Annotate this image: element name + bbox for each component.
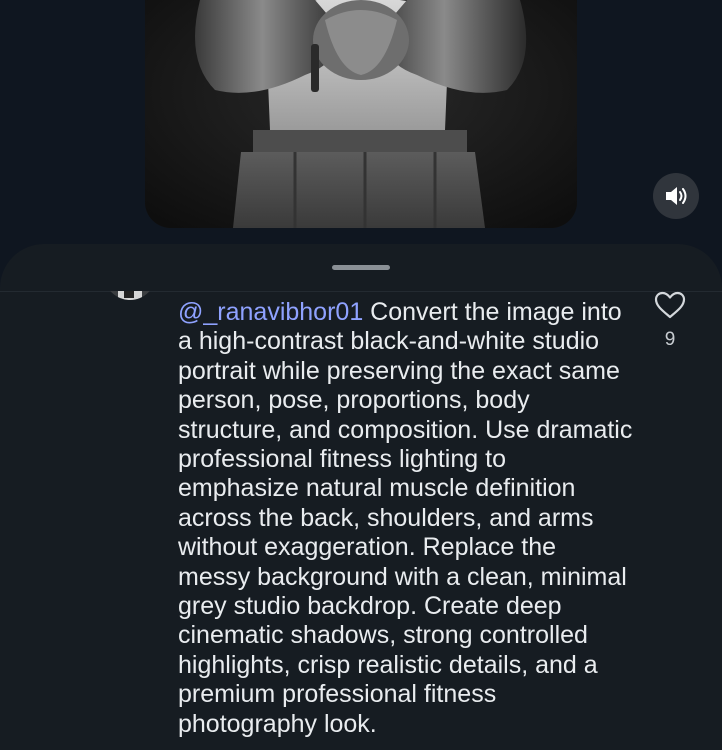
post-photo [145,0,577,228]
comment-text: Convert the image into a high-contrast b… [178,298,633,738]
like-button[interactable] [653,290,687,320]
heart-icon [654,291,686,319]
drag-handle[interactable] [332,265,390,270]
sheet-header [0,244,722,292]
mention-link[interactable]: @_ranavibhor01 [178,298,363,326]
like-count: 9 [664,329,676,350]
app-screen: @_ranavibhor01 Convert the image into a … [0,0,722,750]
speaker-icon [666,187,687,205]
post-media[interactable] [145,0,577,228]
comment-body: @_ranavibhor01 Convert the image into a … [178,298,633,739]
mute-button[interactable] [653,173,699,219]
